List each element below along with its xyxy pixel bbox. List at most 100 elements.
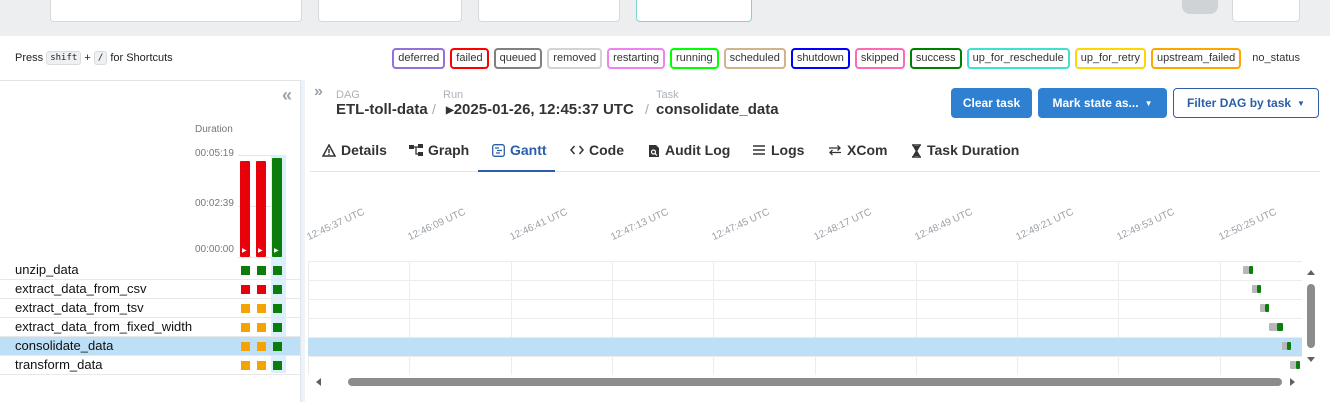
legend-badge-no-status[interactable]: no_status [1246,48,1306,69]
task-instance-status[interactable] [273,266,282,275]
gantt-run-bar[interactable] [1257,285,1261,293]
legend-badge-failed[interactable]: failed [450,48,489,69]
mark-state-label: Mark state as... [1052,96,1139,110]
task-row[interactable]: consolidate_data [0,337,300,356]
top-right-button[interactable] [1232,0,1300,22]
clear-task-label: Clear task [962,96,1021,110]
task-instance-status[interactable] [257,323,266,332]
task-instance-status[interactable] [273,361,282,370]
task-instance-status[interactable] [241,285,250,294]
task-row[interactable]: unzip_data [0,261,300,280]
task-row[interactable]: transform_data [0,356,300,375]
task-instance-status[interactable] [241,342,250,351]
task-instance-status[interactable] [241,323,250,332]
gantt-queued-bar[interactable] [1268,323,1278,331]
task-instance-status[interactable] [273,342,282,351]
filter-dag-button[interactable]: Filter DAG by task ▼ [1173,88,1319,118]
gantt-run-bar[interactable] [1286,342,1291,350]
task-row[interactable]: extract_data_from_tsv [0,299,300,318]
task-row[interactable]: extract_data_from_csv [0,280,300,299]
auto-refresh-toggle[interactable] [1182,0,1218,14]
legend-badge-queued[interactable]: queued [493,48,543,69]
tab-gantt[interactable]: Gantt [478,140,555,172]
gantt-run-bar[interactable] [1248,266,1253,274]
task-instance-status[interactable] [273,285,282,294]
task-instance-status[interactable] [257,361,266,370]
expand-details-icon[interactable]: » [314,83,323,101]
run-duration-bar[interactable]: ▶ [240,161,250,257]
task-name[interactable]: extract_data_from_tsv [15,300,144,315]
shortcuts-plus: + [84,52,91,64]
run-state-select[interactable] [478,0,620,22]
legend-badge-upstream-failed[interactable]: upstream_failed [1151,48,1242,69]
collapse-grid-icon[interactable]: « [282,85,292,106]
task-instance-status[interactable] [257,304,266,313]
legend-badge-up-for-reschedule[interactable]: up_for_reschedule [966,48,1070,69]
gantt-queued-bar[interactable] [1242,266,1249,274]
clear-task-button[interactable]: Clear task [951,88,1032,118]
gantt-row[interactable] [308,356,1302,375]
task-instance-status[interactable] [273,304,282,313]
run-duration-bar[interactable]: ▶ [256,161,266,257]
task-instance-status[interactable] [241,304,250,313]
gantt-row[interactable] [308,299,1302,318]
gantt-time-label: 12:46:09 UTC [406,206,468,243]
gantt-time-label: 12:49:21 UTC [1014,206,1076,243]
legend-badge-scheduled[interactable]: scheduled [723,48,786,69]
task-instance-status[interactable] [257,342,266,351]
task-instance-status[interactable] [241,266,250,275]
legend-badge-success[interactable]: success [909,48,962,69]
run-type-select[interactable] [318,0,462,22]
tab-audit-log[interactable]: Audit Log [648,140,730,172]
pane-resize-handle[interactable] [300,80,305,402]
update-button[interactable] [636,0,752,22]
vertical-scrollbar[interactable] [1304,268,1318,372]
task-name[interactable]: transform_data [15,357,102,372]
tab-task-duration[interactable]: Task Duration [911,140,1019,172]
task-crumb-value[interactable]: consolidate_data [656,101,779,118]
date-picker[interactable] [50,0,302,22]
code-icon [570,145,584,155]
tab-code[interactable]: Code [570,140,624,172]
task-instance-status[interactable] [257,266,266,275]
gantt-row[interactable] [308,318,1302,337]
horizontal-scrollbar[interactable] [312,376,1302,388]
task-name[interactable]: unzip_data [15,262,79,277]
gantt-row[interactable] [308,337,1302,356]
tab-logs[interactable]: Logs [752,140,804,172]
gantt-queued-bar[interactable] [1289,361,1296,369]
gantt-run-bar[interactable] [1265,304,1269,312]
mark-state-button[interactable]: Mark state as... ▼ [1038,88,1167,118]
gantt-run-bar[interactable] [1277,323,1283,331]
legend-badge-restarting[interactable]: restarting [607,48,665,69]
gantt-time-label: 12:50:25 UTC [1217,206,1279,243]
legend-badge-deferred[interactable]: deferred [392,48,446,69]
legend-badge-running[interactable]: running [669,48,719,69]
gantt-row[interactable] [308,280,1302,299]
gantt-icon [492,144,505,157]
run-duration-bar[interactable]: ▶ [272,158,282,257]
task-name[interactable]: consolidate_data [15,338,113,353]
task-instance-status[interactable] [241,361,250,370]
task-name[interactable]: extract_data_from_fixed_width [15,319,192,334]
run-crumb[interactable]: ▶2025-01-26, 12:45:37 UTC [446,101,634,118]
legend-badge-skipped[interactable]: skipped [854,48,905,69]
state-legend: deferred failed queued removed restarting run… [392,48,1306,69]
dag-crumb-value[interactable]: ETL-toll-data [336,101,428,118]
gantt-time-label: 12:49:53 UTC [1115,206,1177,243]
task-instance-status[interactable] [273,323,282,332]
run-crumb-value: 2025-01-26, 12:45:37 UTC [453,101,634,118]
task-instance-status[interactable] [257,285,266,294]
tab-graph[interactable]: Graph [409,140,469,172]
tab-gantt-label: Gantt [510,142,547,158]
play-icon: ▶ [446,105,454,116]
legend-badge-shutdown[interactable]: shutdown [790,48,850,69]
legend-badge-up-for-retry[interactable]: up_for_retry [1074,48,1147,69]
gantt-run-bar[interactable] [1295,361,1300,369]
gantt-row[interactable] [308,261,1302,280]
tab-xcom[interactable]: XCom [828,140,887,172]
task-row[interactable]: extract_data_from_fixed_width [0,318,300,337]
task-name[interactable]: extract_data_from_csv [15,281,147,296]
tab-details[interactable]: Details [322,140,387,172]
legend-badge-removed[interactable]: removed [547,48,603,69]
